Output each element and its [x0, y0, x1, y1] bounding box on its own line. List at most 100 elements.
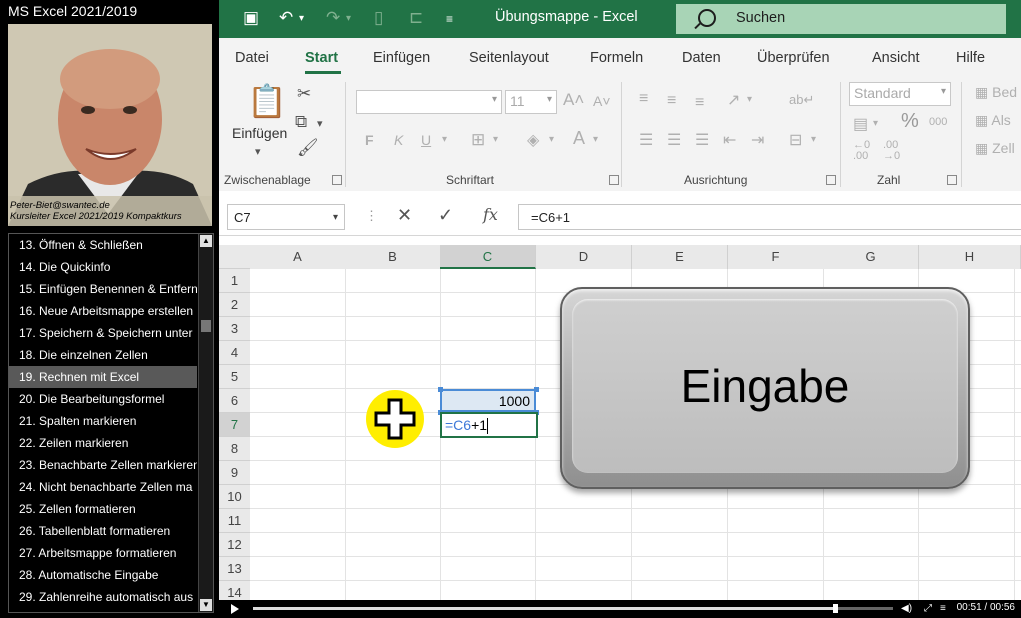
row-header[interactable]: 6	[219, 389, 250, 413]
font-color-dropdown-icon[interactable]: ▾	[593, 134, 598, 145]
row-header[interactable]: 13	[219, 557, 250, 581]
font-name-select[interactable]: ▾	[356, 90, 502, 114]
lesson-item[interactable]: 25. Zellen formatieren	[9, 498, 197, 520]
lesson-item[interactable]: 21. Spalten markieren	[9, 410, 197, 432]
number-format-select[interactable]: Standard ▾	[849, 82, 951, 106]
row-header[interactable]: 11	[219, 509, 250, 533]
open-folder-icon[interactable]: ⊏	[409, 8, 423, 28]
select-all-corner[interactable]	[219, 245, 250, 269]
lesson-item[interactable]: 29. Zahlenreihe automatisch aus	[9, 586, 197, 608]
lesson-item[interactable]: 19. Rechnen mit Excel	[9, 366, 197, 388]
worksheet-grid[interactable]: ABCDEFGH 1 2 3 4 5 6 7 8 9 10 11 12 13 14 1000 =C6+1 …	[219, 245, 1021, 600]
orientation-dropdown-icon[interactable]: ▾	[747, 94, 752, 105]
align-right-icon[interactable]: ☰	[695, 130, 709, 150]
underline-button[interactable]: U	[421, 132, 431, 148]
grow-font-icon[interactable]: A˄	[563, 90, 584, 110]
column-header[interactable]: A	[250, 245, 346, 269]
column-header[interactable]: C	[440, 245, 536, 269]
orientation-icon[interactable]: ↗	[727, 90, 740, 110]
align-center-icon[interactable]: ☰	[667, 130, 681, 150]
lesson-item[interactable]: 14. Die Quickinfo	[9, 256, 197, 278]
lesson-item[interactable]: 24. Nicht benachbarte Zellen ma	[9, 476, 197, 498]
cut-icon[interactable]: ✂	[297, 84, 311, 104]
thousands-separator-button[interactable]: 000	[929, 116, 947, 128]
font-launcher-icon[interactable]	[609, 175, 619, 185]
decrease-indent-icon[interactable]: ⇤	[723, 130, 736, 150]
lesson-item[interactable]: 28. Automatische Eingabe	[9, 564, 197, 586]
row-header[interactable]: 10	[219, 485, 250, 509]
format-painter-icon[interactable]: 🖌	[297, 138, 319, 158]
tab-start[interactable]: Start	[305, 50, 338, 66]
undo-icon[interactable]: ↶	[279, 8, 293, 28]
progress-track[interactable]	[253, 604, 893, 613]
lesson-list-scrollbar[interactable]: ▲ ▼	[198, 234, 213, 612]
bold-button[interactable]: F	[365, 132, 374, 148]
column-header[interactable]: F	[728, 245, 824, 269]
row-header[interactable]: 8	[219, 437, 250, 461]
percent-button[interactable]: %	[901, 110, 919, 133]
number-launcher-icon[interactable]	[947, 175, 957, 185]
selection-handle[interactable]	[534, 387, 539, 392]
alignment-launcher-icon[interactable]	[826, 175, 836, 185]
lesson-item[interactable]: 26. Tabellenblatt formatieren	[9, 520, 197, 542]
merge-dropdown-icon[interactable]: ▾	[811, 134, 816, 145]
lesson-item[interactable]: 18. Die einzelnen Zellen	[9, 344, 197, 366]
lesson-item[interactable]: 23. Benachbarte Zellen markieren	[9, 454, 197, 476]
column-header[interactable]: B	[345, 245, 441, 269]
column-header[interactable]: D	[536, 245, 632, 269]
row-header[interactable]: 1	[219, 269, 250, 293]
tab-seitenlayout[interactable]: Seitenlayout	[469, 50, 549, 66]
format-as-table-button[interactable]: ▦ Als	[975, 112, 1011, 129]
play-icon[interactable]	[231, 604, 239, 614]
merge-center-icon[interactable]: ⊟	[789, 130, 802, 150]
lesson-item[interactable]: 15. Einfügen Benennen & Entfern	[9, 278, 197, 300]
settings-icon[interactable]: ≡	[940, 603, 946, 614]
column-header[interactable]: E	[632, 245, 728, 269]
row-header[interactable]: 4	[219, 341, 250, 365]
shrink-font-icon[interactable]: A˅	[593, 93, 611, 109]
tab-daten[interactable]: Daten	[682, 50, 721, 66]
wrap-text-icon[interactable]: ab↵	[789, 92, 814, 108]
cell-c7-editing[interactable]: =C6+1	[440, 412, 538, 438]
new-file-icon[interactable]: ▯	[374, 8, 383, 28]
clipboard-launcher-icon[interactable]	[332, 175, 342, 185]
redo-icon[interactable]: ↷	[326, 8, 340, 28]
decrease-decimal-icon[interactable]: .00 →0	[883, 140, 900, 162]
accounting-format-icon[interactable]: ▤	[853, 114, 868, 134]
confirm-entry-icon[interactable]: ✓	[438, 205, 453, 226]
lesson-item[interactable]: 17. Speichern & Speichern unter	[9, 322, 197, 344]
row-header[interactable]: 5	[219, 365, 250, 389]
lesson-item[interactable]: 13. Öffnen & Schließen	[9, 234, 197, 256]
scroll-thumb[interactable]	[201, 320, 211, 332]
name-box[interactable]: C7 ▾	[227, 204, 345, 230]
fill-color-icon[interactable]: ◈	[527, 130, 539, 150]
progress-knob[interactable]	[833, 604, 839, 613]
tab-hilfe[interactable]: Hilfe	[956, 50, 985, 66]
tab-einfuegen[interactable]: Einfügen	[373, 50, 430, 66]
lesson-item[interactable]: 27. Arbeitsmappe formatieren	[9, 542, 197, 564]
lesson-item[interactable]: 22. Zeilen markieren	[9, 432, 197, 454]
row-header[interactable]: 2	[219, 293, 250, 317]
fill-color-dropdown-icon[interactable]: ▾	[549, 134, 554, 145]
row-header[interactable]: 7	[219, 413, 250, 437]
increase-indent-icon[interactable]: ⇥	[751, 130, 764, 150]
fullscreen-icon[interactable]: ⤢	[924, 603, 932, 614]
undo-dropdown-icon[interactable]: ▾	[299, 13, 304, 24]
save-icon[interactable]: ▣	[243, 8, 259, 28]
tab-datei[interactable]: Datei	[235, 50, 269, 66]
font-size-select[interactable]: 11 ▾	[505, 90, 557, 114]
paste-dropdown-icon[interactable]: ▾	[255, 142, 261, 162]
align-bottom-icon[interactable]: ≡	[695, 94, 704, 112]
underline-dropdown-icon[interactable]: ▾	[442, 134, 447, 145]
paste-icon[interactable]: 📋	[247, 84, 287, 118]
row-header[interactable]: 12	[219, 533, 250, 557]
row-header[interactable]: 9	[219, 461, 250, 485]
tab-formeln[interactable]: Formeln	[590, 50, 643, 66]
font-color-icon[interactable]: A	[573, 128, 585, 149]
scroll-up-icon[interactable]: ▲	[200, 235, 212, 247]
accounting-dropdown-icon[interactable]: ▾	[873, 118, 878, 129]
scroll-down-icon[interactable]: ▼	[200, 599, 212, 611]
formula-input[interactable]: =C6+1	[518, 204, 1021, 230]
customize-toolbar-icon[interactable]: ≡	[446, 12, 453, 26]
selection-handle[interactable]	[438, 387, 443, 392]
